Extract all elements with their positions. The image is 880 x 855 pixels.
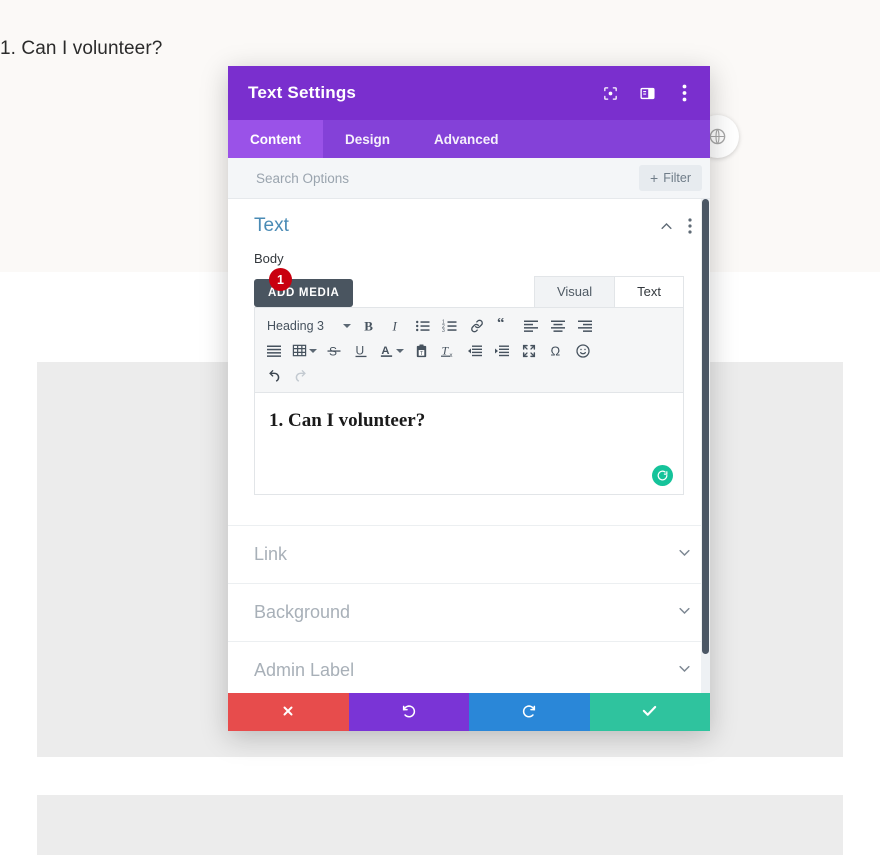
emoticon-icon[interactable] — [570, 339, 596, 363]
svg-text:I: I — [392, 318, 398, 333]
svg-text:B: B — [364, 318, 373, 333]
svg-text:U: U — [356, 343, 365, 357]
svg-text:A: A — [381, 345, 389, 357]
checkmark-icon — [641, 702, 658, 722]
background-page-heading: 1. Can I volunteer? — [0, 38, 163, 59]
table-icon[interactable] — [288, 339, 320, 363]
fullscreen-icon[interactable] — [516, 339, 542, 363]
tab-content[interactable]: Content — [228, 120, 323, 158]
accordion-admin-label-label: Admin Label — [254, 660, 355, 680]
editor-text: 1. Can I volunteer? — [269, 410, 426, 431]
globe-icon — [708, 127, 727, 146]
accordion-background-label: Background — [254, 602, 351, 622]
modal-tabs: Content Design Advanced — [228, 120, 710, 158]
chevron-down-icon — [677, 545, 692, 565]
editor-box: Heading 3 B I 1 2 3 “ S U A T T x Ω 1. C… — [254, 307, 684, 495]
link-icon[interactable] — [464, 314, 490, 338]
svg-text:T: T — [419, 351, 423, 357]
accordion-admin-label[interactable]: Admin Label — [228, 641, 710, 693]
bold-icon[interactable]: B — [356, 314, 382, 338]
chevron-down-icon — [677, 603, 692, 623]
svg-text:“: “ — [497, 318, 505, 332]
section-title: Text — [254, 215, 289, 236]
svg-text:T: T — [442, 343, 450, 357]
outdent-icon[interactable] — [462, 339, 488, 363]
more-options-icon[interactable] — [674, 83, 694, 103]
chevron-down-icon — [308, 348, 317, 353]
numbered-list-icon[interactable]: 1 2 3 — [437, 314, 463, 338]
format-select[interactable]: Heading 3 — [261, 314, 355, 338]
redo-button[interactable] — [469, 693, 590, 731]
text-section-header: Text — [228, 199, 710, 243]
cancel-button[interactable] — [228, 693, 349, 731]
plus-icon: + — [650, 170, 659, 186]
italic-icon[interactable]: I — [383, 314, 409, 338]
text-settings-modal: Text Settings Content Design Advanced Se… — [228, 66, 710, 731]
close-icon — [281, 704, 295, 721]
undo-icon[interactable] — [261, 364, 287, 388]
underline-icon[interactable]: U — [348, 339, 374, 363]
svg-text:x: x — [450, 353, 453, 359]
modal-scrollbar-thumb[interactable] — [702, 199, 709, 654]
redo-arrow-icon — [521, 703, 537, 722]
filter-button[interactable]: + Filter — [639, 165, 702, 191]
save-button[interactable] — [589, 693, 710, 731]
chevron-up-icon[interactable] — [659, 219, 674, 234]
editor-topbar: ADD MEDIA Visual Text — [254, 276, 684, 307]
modal-body: Text Body ADD MEDIA Visual Text Heading … — [228, 199, 710, 693]
clear-formatting-icon[interactable]: T x — [435, 339, 461, 363]
search-input[interactable] — [254, 169, 640, 187]
editor-content-area[interactable]: 1. Can I volunteer? — [255, 393, 683, 494]
toolbar-row-3 — [261, 363, 679, 388]
align-justify-icon[interactable] — [261, 339, 287, 363]
toolbar-row-2: S U A T T x Ω — [261, 338, 679, 363]
tab-visual[interactable]: Visual — [533, 276, 616, 307]
editor-mode-tabs: Visual Text — [533, 276, 684, 307]
svg-text:3: 3 — [442, 328, 445, 334]
align-right-icon[interactable] — [572, 314, 598, 338]
paste-as-text-icon[interactable]: T — [408, 339, 434, 363]
tab-design[interactable]: Design — [323, 120, 412, 158]
modal-header-actions — [600, 83, 694, 103]
background-content-block-lower — [37, 795, 843, 855]
tab-text[interactable]: Text — [614, 276, 684, 307]
toolbar-row-1: Heading 3 B I 1 2 3 “ — [261, 313, 679, 338]
modal-header: Text Settings — [228, 66, 710, 120]
chevron-down-icon — [343, 323, 351, 328]
svg-text:Ω: Ω — [551, 343, 561, 358]
chevron-down-icon — [677, 661, 692, 681]
align-left-icon[interactable] — [518, 314, 544, 338]
redo-icon[interactable] — [288, 364, 314, 388]
split-view-icon[interactable] — [637, 83, 657, 103]
special-character-icon[interactable]: Ω — [543, 339, 569, 363]
body-editor: ADD MEDIA Visual Text Heading 3 B I 1 2 … — [254, 268, 684, 495]
step-marker-badge: 1 — [269, 268, 292, 291]
tab-advanced[interactable]: Advanced — [412, 120, 521, 158]
search-row: + Filter — [228, 158, 710, 199]
focus-mode-icon[interactable] — [600, 83, 620, 103]
section-more-options-icon[interactable] — [688, 218, 692, 234]
modal-title: Text Settings — [248, 83, 357, 102]
filter-button-label: Filter — [663, 171, 691, 185]
editor-toolbar: Heading 3 B I 1 2 3 “ S U A T T x Ω — [255, 308, 683, 393]
bulleted-list-icon[interactable] — [410, 314, 436, 338]
undo-arrow-icon — [401, 703, 417, 722]
accordion-background[interactable]: Background — [228, 583, 710, 641]
modal-scrollbar[interactable] — [701, 199, 710, 693]
strikethrough-icon[interactable]: S — [321, 339, 347, 363]
indent-icon[interactable] — [489, 339, 515, 363]
blockquote-icon[interactable]: “ — [491, 314, 517, 338]
align-center-icon[interactable] — [545, 314, 571, 338]
chevron-down-icon — [395, 348, 404, 353]
format-select-value: Heading 3 — [267, 318, 324, 333]
body-field-label: Body — [254, 251, 284, 266]
accordion-link-label: Link — [254, 544, 288, 564]
accordion-link[interactable]: Link — [228, 525, 710, 583]
modal-footer — [228, 693, 710, 731]
text-color-icon[interactable]: A — [375, 339, 407, 363]
grammarly-icon[interactable] — [652, 465, 673, 486]
undo-button[interactable] — [348, 693, 469, 731]
